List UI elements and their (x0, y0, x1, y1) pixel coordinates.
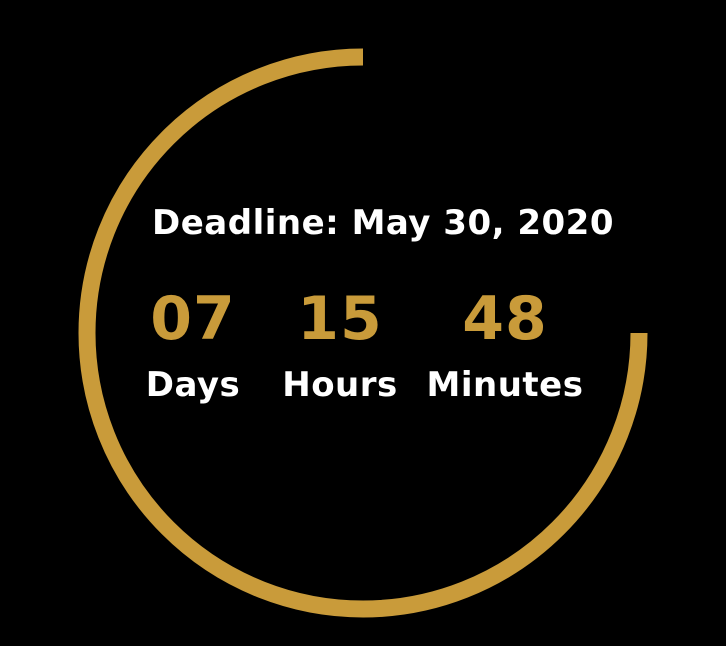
countdown-units: 07 Days 15 Hours 48 Minutes (0, 0, 726, 646)
hours-unit: 15 Hours (270, 289, 410, 405)
countdown-content: Deadline: May 30, 2020 07 Days 15 Hours … (0, 0, 726, 646)
days-value: 07 (150, 284, 236, 354)
hours-value: 15 (297, 284, 383, 354)
days-unit: 07 Days (132, 289, 254, 405)
minutes-unit: 48 Minutes (422, 289, 588, 405)
days-label: Days (145, 365, 241, 405)
countdown-widget: Deadline: May 30, 2020 07 Days 15 Hours … (0, 0, 726, 646)
minutes-value: 48 (462, 284, 548, 354)
hours-label: Hours (282, 365, 398, 405)
minutes-label: Minutes (426, 365, 584, 405)
